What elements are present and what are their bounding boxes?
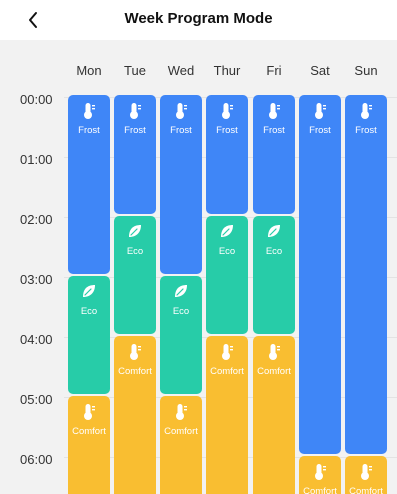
- mode-label: Frost: [78, 125, 100, 136]
- thermometer-icon: [253, 102, 295, 120]
- day-header-sun: Sun: [354, 63, 378, 78]
- thermometer-icon: [68, 102, 110, 120]
- time-label: 01:00: [20, 152, 53, 167]
- leaf-icon: [253, 223, 295, 241]
- week-schedule-grid: 00:00 01:00 02:00 03:00 04:00 05:00 06:00 Mon Tu…: [0, 40, 397, 494]
- schedule-block-fri-frost[interactable]: Frost: [253, 95, 295, 214]
- thermometer-icon: [206, 343, 248, 361]
- mode-label: Comfort: [303, 486, 337, 494]
- schedule-block-tue-comfort[interactable]: Comfort: [114, 336, 156, 494]
- mode-label: Comfort: [210, 366, 244, 377]
- mode-label: Eco: [126, 246, 144, 257]
- mode-label: Frost: [263, 125, 285, 136]
- schedule-block-mon-comfort[interactable]: Comfort: [68, 396, 110, 494]
- time-label: 00:00: [20, 92, 53, 107]
- thermometer-icon: [68, 403, 110, 421]
- time-label: 04:00: [20, 332, 53, 347]
- day-header-mon: Mon: [76, 63, 102, 78]
- thermometer-icon: [160, 102, 202, 120]
- thermometer-icon: [345, 463, 387, 481]
- schedule-block-thur-frost[interactable]: Frost: [206, 95, 248, 214]
- day-header-thur: Thur: [213, 63, 241, 78]
- schedule-block-sun-frost[interactable]: Frost: [345, 95, 387, 454]
- thermometer-icon: [206, 102, 248, 120]
- schedule-block-wed-eco[interactable]: Eco: [160, 276, 202, 394]
- mode-label: Eco: [172, 306, 190, 317]
- schedule-block-thur-eco[interactable]: Eco: [206, 216, 248, 334]
- thermometer-icon: [253, 343, 295, 361]
- time-label: 02:00: [20, 212, 53, 227]
- schedule-block-fri-eco[interactable]: Eco: [253, 216, 295, 334]
- leaf-icon: [160, 283, 202, 301]
- time-label: 05:00: [20, 392, 53, 407]
- mode-label: Comfort: [164, 426, 198, 437]
- mode-label: Frost: [355, 125, 377, 136]
- schedule-block-wed-frost[interactable]: Frost: [160, 95, 202, 274]
- day-header-sat: Sat: [310, 63, 330, 78]
- schedule-block-wed-comfort[interactable]: Comfort: [160, 396, 202, 494]
- thermometer-icon: [114, 343, 156, 361]
- time-label: 03:00: [20, 272, 53, 287]
- schedule-block-tue-frost[interactable]: Frost: [114, 95, 156, 214]
- mode-label: Comfort: [349, 486, 383, 494]
- leaf-icon: [114, 223, 156, 241]
- mode-label: Frost: [309, 125, 331, 136]
- mode-label: Frost: [216, 125, 238, 136]
- thermometer-icon: [299, 102, 341, 120]
- mode-label: Frost: [124, 125, 146, 136]
- mode-label: Comfort: [118, 366, 152, 377]
- schedule-block-sun-comfort[interactable]: Comfort: [345, 456, 387, 494]
- thermometer-icon: [345, 102, 387, 120]
- schedule-block-tue-eco[interactable]: Eco: [114, 216, 156, 334]
- schedule-block-fri-comfort[interactable]: Comfort: [253, 336, 295, 494]
- mode-label: Comfort: [257, 366, 291, 377]
- thermometer-icon: [299, 463, 341, 481]
- time-label: 06:00: [20, 452, 53, 467]
- schedule-block-sat-comfort[interactable]: Comfort: [299, 456, 341, 494]
- thermometer-icon: [160, 403, 202, 421]
- leaf-icon: [206, 223, 248, 241]
- schedule-block-thur-comfort[interactable]: Comfort: [206, 336, 248, 494]
- mode-label: Eco: [80, 306, 98, 317]
- page-title: Week Program Mode: [124, 10, 273, 27]
- mode-label: Frost: [170, 125, 192, 136]
- day-header-fri: Fri: [266, 63, 282, 78]
- schedule-block-sat-frost[interactable]: Frost: [299, 95, 341, 454]
- thermometer-icon: [114, 102, 156, 120]
- mode-label: Eco: [265, 246, 283, 257]
- mode-label: Eco: [218, 246, 236, 257]
- mode-label: Comfort: [72, 426, 106, 437]
- day-header-wed: Wed: [167, 63, 195, 78]
- schedule-block-mon-frost[interactable]: Frost: [68, 95, 110, 274]
- leaf-icon: [68, 283, 110, 301]
- top-bar: Week Program Mode: [0, 0, 397, 40]
- day-header-tue: Tue: [124, 63, 146, 78]
- schedule-block-mon-eco[interactable]: Eco: [68, 276, 110, 394]
